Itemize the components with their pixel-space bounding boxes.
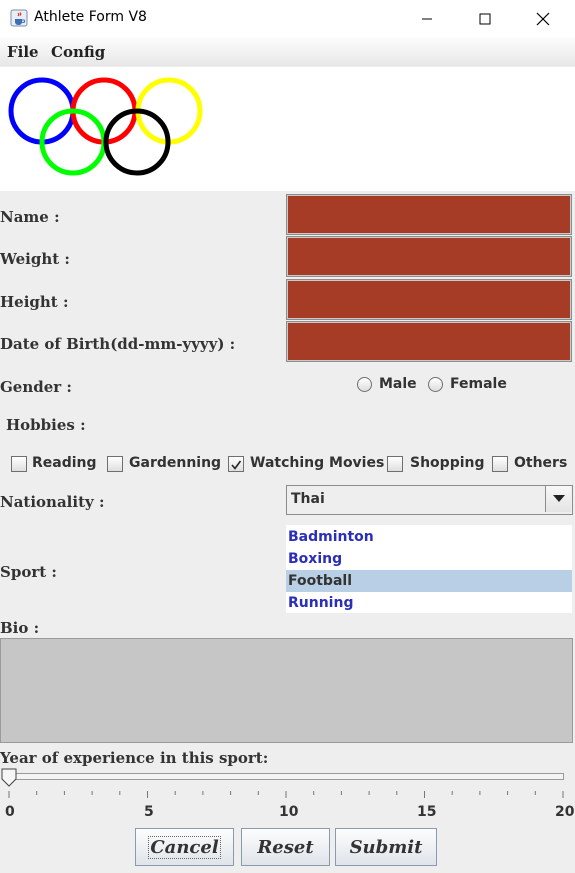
bio-textarea[interactable] — [0, 638, 573, 743]
java-cup-icon — [10, 9, 28, 27]
hobby-movies-checkbox[interactable] — [228, 456, 244, 472]
sport-list[interactable]: Badminton Boxing Football Running — [286, 525, 572, 613]
gender-label: Gender : — [0, 378, 72, 396]
weight-field[interactable] — [286, 236, 572, 277]
nationality-combobox[interactable] — [286, 485, 573, 515]
name-field[interactable] — [286, 194, 572, 235]
menu-config[interactable]: Config — [51, 43, 105, 61]
dob-label: Date of Birth(dd-mm-yyyy) : — [0, 335, 236, 353]
logo-panel — [0, 67, 575, 191]
tick-label-0: 0 — [5, 804, 15, 820]
close-button[interactable] — [514, 0, 572, 37]
cancel-button[interactable]: Cancel — [135, 828, 234, 866]
hobby-movies-label[interactable]: Watching Movies — [250, 455, 384, 471]
maximize-icon — [479, 13, 491, 24]
tick-label-10: 10 — [279, 804, 299, 820]
minimize-icon — [422, 18, 432, 19]
minimize-button[interactable] — [398, 0, 456, 37]
hobby-shopping-checkbox[interactable] — [387, 456, 403, 472]
sport-item-running[interactable]: Running — [286, 592, 572, 614]
gender-female-radio[interactable] — [428, 377, 443, 392]
experience-slider-thumb[interactable] — [0, 768, 20, 788]
close-icon — [536, 12, 550, 25]
submit-button[interactable]: Submit — [335, 828, 437, 866]
olympic-rings-icon — [8, 77, 203, 176]
gender-male-radio[interactable] — [357, 377, 372, 392]
slider-ticks — [8, 791, 564, 798]
height-field[interactable] — [286, 279, 572, 320]
chevron-down-icon — [552, 495, 565, 502]
reset-button[interactable]: Reset — [241, 828, 330, 866]
experience-slider-track[interactable] — [8, 773, 564, 780]
sport-label: Sport : — [0, 563, 57, 581]
checkmark-icon — [231, 460, 242, 470]
hobby-others-label[interactable]: Others — [514, 455, 567, 471]
tick-label-5: 5 — [144, 804, 154, 820]
height-label: Height : — [0, 293, 69, 311]
window-title: Athlete Form V8 — [34, 9, 147, 25]
hobby-reading-checkbox[interactable] — [11, 456, 27, 472]
name-label: Name : — [0, 208, 60, 226]
nationality-value: Thai — [291, 491, 325, 507]
experience-label: Year of experience in this sport: — [0, 749, 269, 767]
hobby-reading-label[interactable]: Reading — [32, 455, 97, 471]
weight-label: Weight : — [0, 250, 70, 268]
hobbies-label: Hobbies : — [6, 416, 86, 434]
dob-field[interactable] — [286, 321, 572, 362]
cancel-button-label: Cancel — [148, 835, 221, 859]
hobby-shopping-label[interactable]: Shopping — [410, 455, 485, 471]
gender-male-label[interactable]: Male — [379, 376, 417, 392]
hobby-gardening-label[interactable]: Gardenning — [129, 455, 221, 471]
sport-item-football[interactable]: Football — [286, 570, 572, 592]
sport-item-badminton[interactable]: Badminton — [286, 526, 572, 548]
tick-label-20: 20 — [555, 804, 575, 820]
nationality-dropdown-button[interactable] — [545, 486, 571, 512]
maximize-button[interactable] — [456, 0, 514, 37]
sport-item-boxing[interactable]: Boxing — [286, 548, 572, 570]
gender-female-label[interactable]: Female — [450, 376, 507, 392]
tick-label-15: 15 — [417, 804, 437, 820]
menu-file[interactable]: File — [7, 43, 39, 61]
hobby-others-checkbox[interactable] — [492, 456, 508, 472]
hobby-gardening-checkbox[interactable] — [107, 456, 123, 472]
nationality-label: Nationality : — [0, 493, 105, 511]
bio-label: Bio : — [0, 619, 40, 637]
